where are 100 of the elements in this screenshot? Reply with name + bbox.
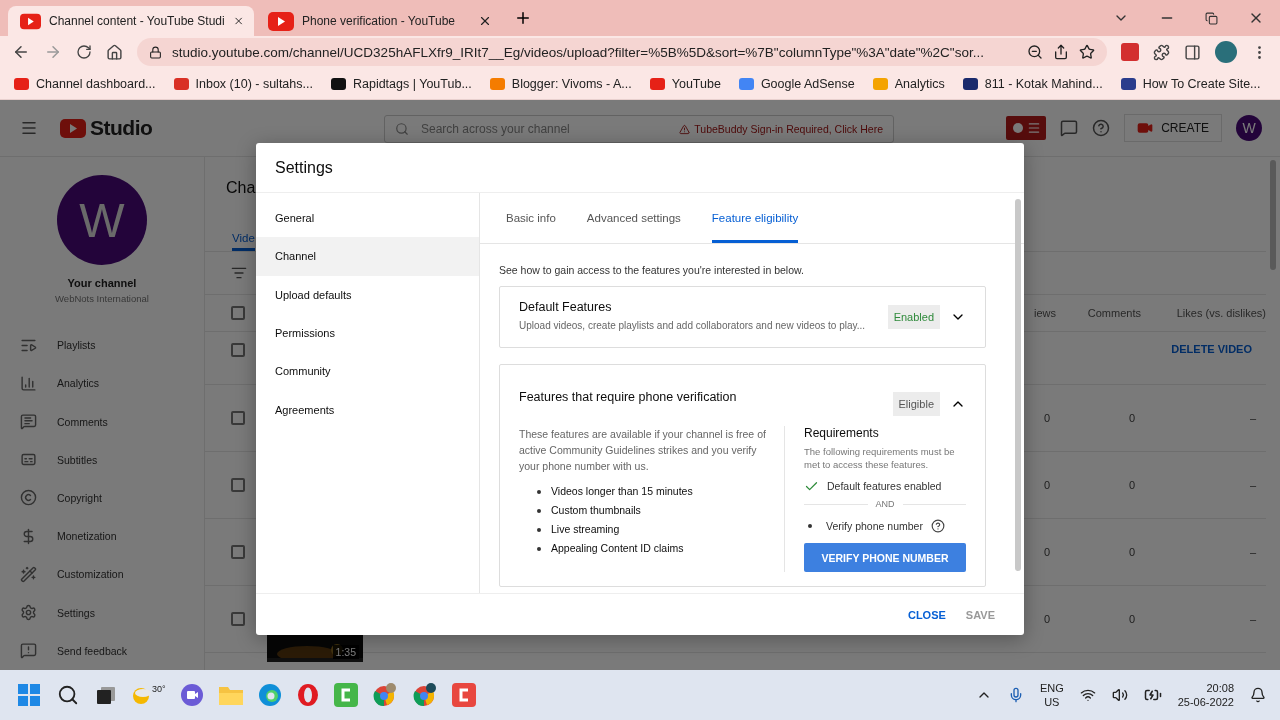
account-avatar[interactable]: W (1236, 115, 1262, 141)
logo-icon (60, 118, 86, 138)
extension-logo-icon (1011, 122, 1024, 134)
app-icon[interactable] (333, 683, 358, 707)
settings-nav-item[interactable]: Community (256, 352, 479, 391)
bookmark[interactable]: 811 - Kotak Mahind... (962, 76, 1103, 91)
settings-nav-item[interactable]: Permissions (256, 313, 479, 353)
filter-icon[interactable] (231, 265, 247, 281)
reload-icon[interactable] (76, 44, 92, 60)
nav-item[interactable]: Monetization (0, 517, 204, 556)
wifi-icon[interactable] (1079, 687, 1096, 703)
tab-title: Channel content - YouTube Studi (49, 14, 225, 28)
nav-item[interactable]: Comments (0, 402, 204, 441)
bookmark[interactable]: Analytics (872, 76, 945, 91)
weather-widget[interactable]: 30° (130, 684, 166, 706)
bar-chart-icon (20, 374, 37, 392)
nav-item[interactable]: Customization (0, 555, 204, 594)
nav-item[interactable]: Playlists (0, 326, 204, 365)
checkbox[interactable] (231, 411, 245, 425)
nav-item[interactable]: Copyright (0, 478, 204, 518)
menu-icon (1026, 121, 1041, 135)
new-tab-icon[interactable] (514, 9, 532, 27)
profile-avatar[interactable] (1215, 41, 1237, 63)
bookmark[interactable]: Google AdSense (738, 76, 855, 91)
start-icon[interactable] (18, 684, 40, 706)
bookmark[interactable]: How To Create Site... (1120, 76, 1261, 91)
table-cell-text: – (1248, 546, 1257, 558)
notification-icon[interactable] (1250, 687, 1266, 703)
bookmark[interactable]: YouTube (649, 76, 721, 91)
scrollbar[interactable] (1270, 160, 1276, 270)
chat-app-icon[interactable] (179, 683, 204, 707)
browser-icon[interactable] (371, 682, 398, 708)
favicon-icon (872, 77, 888, 90)
video-camera-icon (1137, 120, 1154, 136)
sign-in-notice[interactable]: TubeBuddy Sign-in Required, Click Here (694, 123, 883, 135)
menu-icon[interactable] (20, 119, 38, 137)
browser-tab[interactable]: Channel content - YouTube Studi (8, 6, 254, 36)
checkbox[interactable] (231, 612, 245, 626)
browser-tab[interactable]: Phone verification - YouTube (256, 6, 502, 36)
bookmark[interactable]: Inbox (10) - sultahs... (173, 76, 313, 91)
extension-menu-button[interactable] (1006, 116, 1047, 140)
favicon-icon (649, 77, 665, 90)
settings-tab[interactable]: Basic info (506, 193, 556, 243)
column-header: Likes (vs. dislikes) (1175, 307, 1266, 319)
verify-phone-button[interactable]: VERIFY PHONE NUMBER (804, 543, 966, 572)
extensions-icon[interactable] (1153, 43, 1170, 61)
favicon-icon (173, 77, 189, 90)
nav-item[interactable]: Analytics (0, 364, 204, 403)
nav-item[interactable]: Subtitles (0, 440, 204, 479)
address-bar[interactable]: studio.youtube.com/channel/UCD325hAFLXfr9_IRIt7__Eg/videos/upload?filter=%5B%5D&sort=%7B"columnType"%3A"date"%2C"sor... (137, 38, 1107, 66)
bookmark[interactable]: Rapidtags | YouTub... (330, 76, 472, 91)
help-icon[interactable] (930, 519, 945, 533)
share-icon[interactable] (1053, 44, 1069, 60)
language-indicator[interactable]: ENG US (1039, 681, 1064, 709)
checkbox[interactable] (231, 343, 245, 357)
close-icon[interactable] (232, 14, 244, 28)
bookmark-star-icon[interactable] (1079, 44, 1095, 60)
browser-icon[interactable] (411, 682, 438, 708)
bookmark[interactable]: Channel dashboard... (14, 76, 156, 91)
column-header: iews (1033, 307, 1056, 319)
settings-nav-item[interactable]: General (256, 199, 479, 238)
settings-tab[interactable]: Advanced settings (586, 193, 681, 243)
close-icon[interactable] (478, 14, 492, 28)
search-field[interactable]: Search across your channel TubeBuddy Sign-in Required, Click Here (384, 115, 894, 143)
scrollbar[interactable] (1015, 199, 1021, 571)
nav-item[interactable]: Settings (0, 593, 204, 632)
settings-nav-item[interactable]: Channel (256, 237, 479, 276)
settings-nav-item[interactable]: Agreements (256, 390, 479, 429)
bullet-icon (808, 524, 812, 528)
volume-icon[interactable] (1111, 687, 1128, 703)
settings-tab[interactable]: Feature eligibility (711, 193, 799, 243)
bullet-icon (537, 489, 541, 494)
favicon-icon (962, 77, 978, 90)
restore-icon[interactable] (1205, 11, 1218, 25)
back-icon[interactable] (12, 43, 30, 61)
app-icon[interactable] (451, 683, 476, 707)
settings-nav-item[interactable]: Upload defaults (256, 275, 479, 314)
table-cell-text: 0 (1042, 412, 1051, 424)
warning-icon (679, 123, 691, 135)
settings-icon (20, 604, 37, 622)
home-icon[interactable] (106, 43, 123, 61)
create-button[interactable]: CREATE (1124, 114, 1222, 142)
requirements-description: The following requirements must be met to access these features. (804, 445, 956, 471)
bookmark[interactable]: Blogger: Vivoms - A... (489, 76, 632, 91)
browser-icon[interactable] (295, 683, 320, 707)
feature-item: Live streaming (551, 522, 620, 537)
feature-item: Appealing Content ID claims (551, 541, 684, 556)
side-panel-icon[interactable] (1184, 43, 1201, 61)
zoom-icon[interactable] (1027, 44, 1043, 60)
nav-item[interactable]: Send feedback (0, 631, 204, 670)
youtube-icon (20, 11, 41, 31)
feedback-icon[interactable] (1060, 119, 1079, 137)
channel-avatar: W (57, 175, 147, 265)
clock[interactable]: 20:08 25-06-2022 (1177, 681, 1234, 709)
close-button[interactable]: CLOSE (900, 602, 953, 627)
checkbox[interactable] (231, 306, 245, 320)
favicon-icon (14, 77, 29, 90)
checkbox[interactable] (231, 545, 245, 559)
checkbox[interactable] (231, 478, 245, 492)
task-view-icon[interactable] (96, 685, 116, 705)
